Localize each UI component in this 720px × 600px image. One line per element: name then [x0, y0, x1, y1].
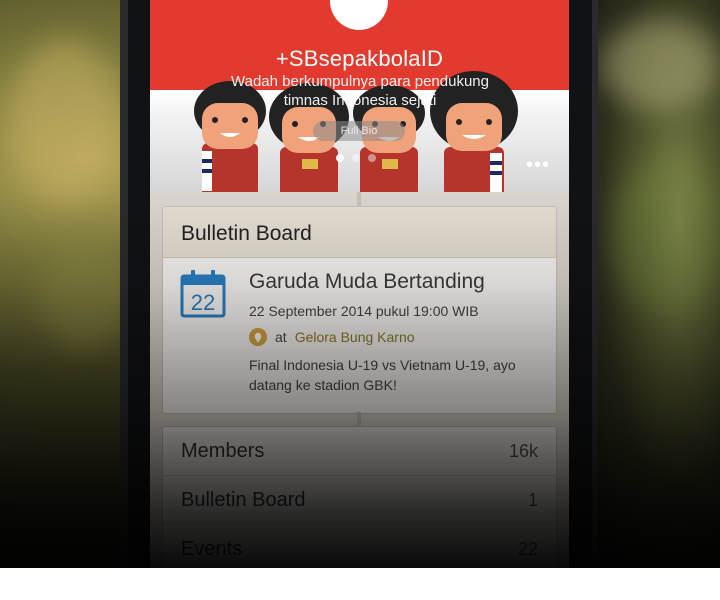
event-location[interactable]: at Gelora Bung Karno [249, 328, 415, 346]
stat-row-members[interactable]: Members 16k [163, 427, 556, 476]
carousel-dot[interactable] [368, 154, 376, 162]
stat-row-events[interactable]: Events 22 [163, 525, 556, 568]
carousel-indicator[interactable] [336, 154, 376, 162]
bulletin-board-card[interactable]: Bulletin Board 22 Garuda Muda Bertanding… [162, 206, 557, 414]
phone-edge-left [120, 0, 128, 568]
phone-edge-right [592, 0, 598, 568]
stat-label: Bulletin Board [181, 488, 306, 511]
event-title[interactable]: Garuda Muda Bertanding [249, 270, 485, 294]
app-screen: +SBsepakbolaID Wadah berkumpulnya para p… [150, 0, 569, 568]
location-pin-icon [249, 328, 267, 346]
event-item[interactable]: 22 Garuda Muda Bertanding 22 September 2… [163, 258, 556, 413]
stat-label: Events [181, 537, 243, 560]
bulletin-board-title: Bulletin Board [163, 207, 556, 258]
calendar-icon: 22 [180, 270, 226, 318]
event-description: Final Indonesia U-19 vs Vietnam U-19, ay… [249, 357, 516, 393]
carousel-dot[interactable] [336, 154, 344, 162]
blurred-background: +SBsepakbolaID Wadah berkumpulnya para p… [0, 0, 720, 568]
full-bio-button[interactable]: Full Bio [313, 121, 405, 141]
stat-row-bulletin-board[interactable]: Bulletin Board 1 [163, 476, 556, 525]
more-horizontal-icon[interactable]: ••• [526, 155, 550, 175]
community-avatar[interactable] [330, 0, 388, 30]
timeline-connector [357, 412, 361, 426]
community-header: +SBsepakbolaID Wadah berkumpulnya para p… [150, 0, 569, 192]
timeline-connector [357, 192, 361, 206]
stat-label: Members [181, 439, 265, 462]
location-prefix: at [275, 329, 287, 345]
community-description: Wadah berkumpulnya para pendukung timnas… [231, 73, 489, 109]
stat-value: 1 [527, 489, 538, 510]
community-stats: Members 16k Bulletin Board 1 Events 22 [162, 426, 557, 568]
stat-value: 22 [517, 538, 538, 559]
community-name: +SBsepakbolaID [275, 46, 444, 71]
calendar-day: 22 [191, 290, 215, 315]
stat-value: 16k [508, 440, 538, 461]
carousel-dot[interactable] [352, 154, 360, 162]
location-name[interactable]: Gelora Bung Karno [295, 329, 415, 345]
event-date: 22 September 2014 pukul 19:00 WIB [249, 303, 479, 319]
